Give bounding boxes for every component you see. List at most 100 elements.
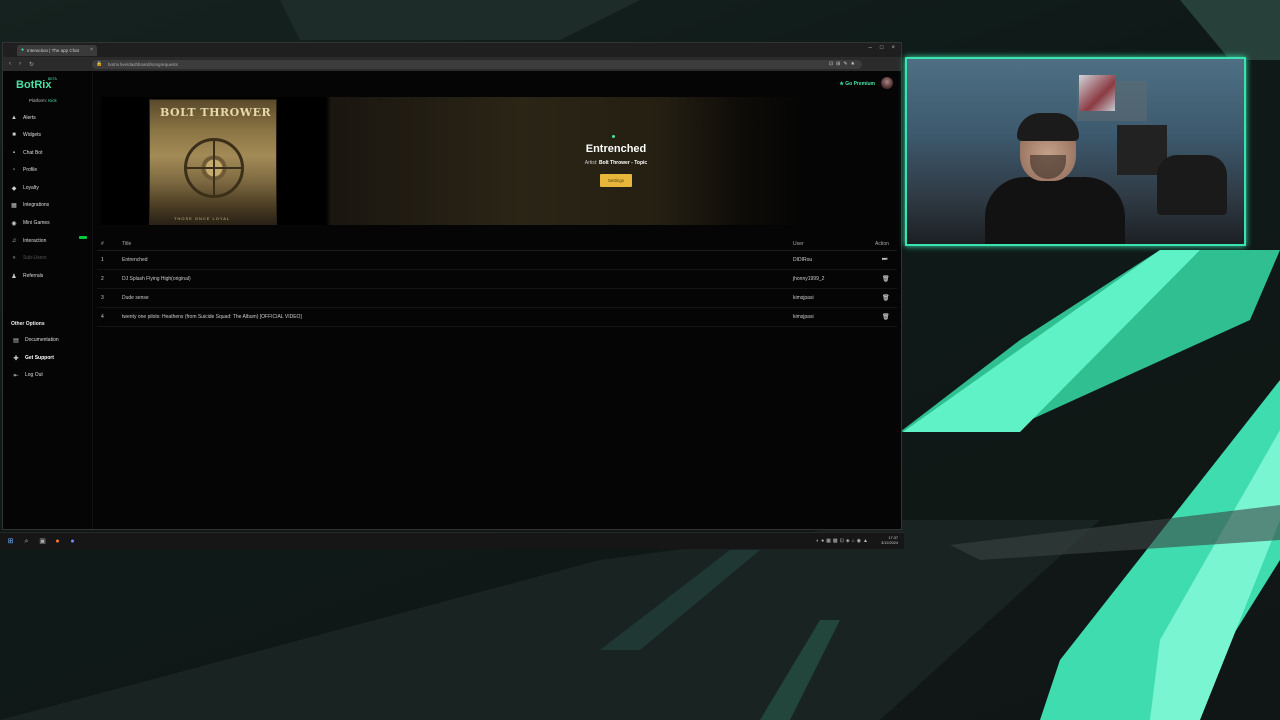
row-number: 1 [101,257,104,263]
referrals-icon: ♟ [11,273,17,280]
widget-icon: ■ [12,132,16,138]
sidebar-item-label: Interaction [23,238,47,244]
sidebar-item-interaction[interactable]: ♫ Interaction [11,236,47,246]
row-title: Entrenched [122,257,148,263]
webcam-streamer [985,113,1125,244]
other-options-heading: Other Options [11,321,45,327]
column-header-action: Action [875,240,889,247]
webcam-chair [1157,155,1227,215]
loyalty-icon: ◆ [11,185,17,192]
close-window-icon[interactable]: × [891,45,895,51]
row-title: twenty one pilots: Heathens (from Suicid… [122,314,302,320]
alert-icon: ▲ [11,115,17,121]
row-title: DJ Splash Flying High(original) [122,276,191,282]
chat-icon: ▪ [12,150,16,156]
integrations-icon: ▦ [11,202,17,209]
row-user: DIDIRou [793,257,813,263]
column-header-title: Title [122,240,132,247]
trash-icon[interactable]: 🗑 [882,314,890,321]
sidebar-item-label: Sub-Users [23,255,47,261]
clock-date: 3/12/2024 [881,541,898,545]
windows-taskbar: ⊞ ⌕ ▣ ● ● ◐●▦▩⊡◈⌂◉▲ 17:37 3/12/2024 [0,532,904,549]
beta-badge: BETA [48,77,57,81]
table-header-row: # Title User Action [97,237,897,251]
sidebar-item-loyalty[interactable]: ◆ Loyalty [11,183,39,193]
back-icon[interactable]: ‹ [9,61,11,67]
column-header-user: User [793,240,804,247]
task-view-icon[interactable]: ▣ [38,537,47,546]
firefox-icon[interactable]: ● [53,537,62,546]
streamer-beanie [1017,113,1079,141]
extension-icons[interactable]: ⊡⊞✎★ [829,60,858,69]
minimize-icon[interactable]: – [869,45,872,51]
sidebar-item-label: Loyalty [23,185,39,191]
tab-favicon-icon: ● [21,47,25,53]
row-number: 4 [101,314,104,320]
artist-label: Artist: [584,160,598,166]
sidebar-item-get-support[interactable]: ✚ Get Support [13,353,54,363]
sidebar-item-label: Chat Bot [23,150,43,156]
now-playing-artist: Artist: Bolt Thrower - Topic [521,160,711,166]
browser-tab-bar: ● Interaction | The app Chat × – □ × [3,43,901,57]
table-row: 3 Dude sense kimsjpasi 🗑 [97,289,897,308]
sidebar-item-profile[interactable]: ▫ Profile [11,165,37,175]
sidebar-item-alerts[interactable]: ▲ Alerts [11,113,36,123]
sidebar-item-sub-users[interactable]: ● Sub-Users [11,253,47,263]
sidebar-item-label: Referrals [23,273,44,279]
settings-button[interactable]: Settings [600,174,632,187]
url-field[interactable]: 🔒 botrix.live/dashboard/songrequests ⊡⊞✎… [92,59,863,69]
sidebar-item-label: Alerts [23,115,36,121]
trash-icon[interactable]: 🗑 [882,276,890,283]
sidebar-item-integrations[interactable]: ▦ Integrations [11,200,49,210]
table-row: 4 twenty one pilots: Heathens (from Suic… [97,308,897,327]
sidebar-item-label: Widgets [23,132,42,138]
sidebar-item-chat-bot[interactable]: ▪ Chat Bot [11,148,43,158]
browser-tab[interactable]: ● Interaction | The app Chat × [17,44,97,56]
reload-icon[interactable]: ↻ [29,61,34,68]
row-user: kimsjpasi [793,314,814,320]
profile-icon: ▫ [12,167,16,173]
artist-name: Bolt Thrower - Topic [598,160,648,166]
sidebar-item-label: Documentation [25,337,59,343]
row-user: jhonny1999_2 [793,276,825,282]
webcam-feed [905,57,1246,246]
users-icon: ● [12,255,16,261]
column-header-number: # [101,240,104,247]
discord-icon[interactable]: ● [68,537,77,546]
now-playing-title: Entrenched [585,143,647,155]
sidebar-item-mini-games[interactable]: ◉ Mini Games [11,218,50,228]
skip-icon[interactable]: ⏭ [882,257,887,264]
tab-close-icon[interactable]: × [90,47,93,53]
song-queue-table: # Title User Action 1 Entrenched DIDIRou… [97,237,897,327]
sidebar-item-log-out[interactable]: ⇤ Log Out [13,370,42,380]
avatar[interactable] [881,77,893,89]
sidebar-item-widgets[interactable]: ■ Widgets [11,130,41,140]
sidebar-item-label: Mini Games [23,220,50,226]
new-badge [79,236,87,239]
trash-icon[interactable]: 🗑 [882,295,890,302]
row-title: Dude sense [122,295,149,301]
row-user: kimsjpasi [793,295,814,301]
botrix-logo[interactable]: BotRix [16,79,51,91]
playing-indicator-dot [612,135,615,138]
search-icon[interactable]: ⌕ [22,537,31,546]
forward-icon[interactable]: › [19,61,21,67]
platform-indicator: Platform: Kick [29,98,57,103]
sidebar-item-label: Get Support [25,355,54,361]
platform-label: Platform: [29,98,48,103]
album-wheel-spoke [186,167,242,169]
address-bar-row: ‹ › ↻ 🔒 botrix.live/dashboard/songreques… [3,57,901,71]
go-premium-link[interactable]: ★ Go Premium [839,81,875,87]
support-icon: ✚ [13,355,19,362]
system-tray-icons[interactable]: ◐●▦▩⊡◈⌂◉▲ [816,538,870,544]
logout-icon: ⇤ [13,372,19,379]
windows-start-icon[interactable]: ⊞ [6,537,15,546]
window-controls: – □ × [869,45,895,51]
sidebar-item-referrals[interactable]: ♟ Referrals [11,271,43,281]
url-text: botrix.live/dashboard/songrequests [108,61,178,67]
streamer-body [985,177,1125,244]
sidebar-item-documentation[interactable]: ▤ Documentation [13,335,59,345]
webcam-poster [1079,75,1115,111]
taskbar-clock[interactable]: 17:37 3/12/2024 [881,536,898,546]
maximize-icon[interactable]: □ [880,45,884,51]
